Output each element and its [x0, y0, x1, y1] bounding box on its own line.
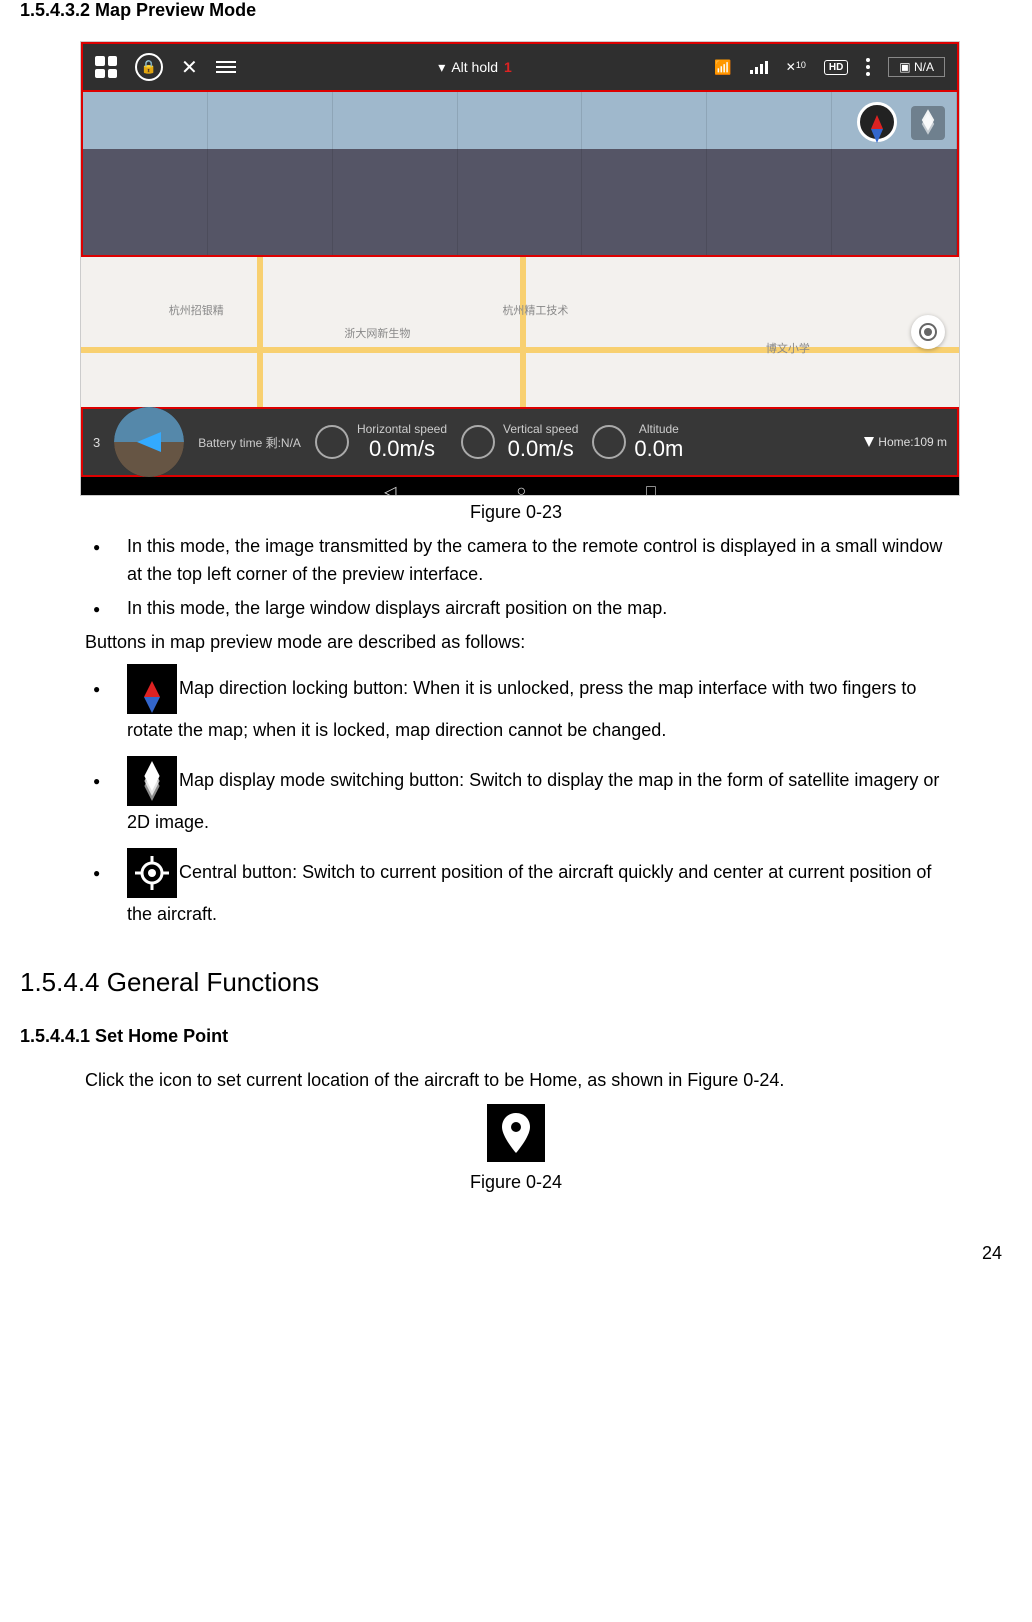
- hspeed-label: Horizontal speed: [357, 423, 447, 436]
- nav-back-icon[interactable]: ◁: [384, 482, 396, 496]
- center-aircraft-button[interactable]: [911, 315, 945, 349]
- callout-3: 3: [93, 435, 100, 450]
- hspeed-value: 0.0m/s: [357, 437, 447, 461]
- metric-circle-icon: [461, 425, 495, 459]
- map-label: 杭州招银精: [169, 302, 224, 318]
- home-text: Home:109 m: [878, 435, 947, 449]
- layers-icon: [918, 114, 938, 132]
- horizontal-speed: Horizontal speed0.0m/s: [315, 423, 447, 460]
- section-heading-home: 1.5.4.4.1 Set Home Point: [20, 1026, 1012, 1047]
- section-heading-general: 1.5.4.4 General Functions: [20, 967, 1012, 998]
- figure-24-caption: Figure 0-24: [85, 1172, 947, 1193]
- compass-lock-button[interactable]: [857, 102, 897, 142]
- metric-circle-icon: [592, 425, 626, 459]
- grid-icon[interactable]: [95, 56, 117, 78]
- map-label: 杭州精工技术: [502, 302, 568, 318]
- map-label: 博文小学: [766, 340, 810, 356]
- chevron-down-icon: ▾: [438, 59, 445, 76]
- android-navbar: ◁ ○ □: [81, 477, 959, 496]
- satellite-icon: ✕10: [786, 60, 806, 74]
- center-button-icon: [127, 848, 177, 898]
- nav-recent-icon[interactable]: □: [646, 483, 656, 496]
- alt-label: Altitude: [634, 423, 683, 436]
- map-lock-icon: [127, 664, 177, 714]
- flight-mode-label: ▾ Alt hold 1: [438, 59, 512, 76]
- icon-bullet-text: Map display mode switching button: Switc…: [127, 770, 939, 832]
- lock-icon[interactable]: 🔒: [135, 53, 163, 81]
- home-distance: Home:109 m: [864, 435, 947, 449]
- na-text: N/A: [914, 60, 934, 74]
- list-item: Central button: Switch to current positi…: [85, 848, 947, 930]
- vspeed-label: Vertical speed: [503, 423, 578, 436]
- drone-icon[interactable]: ✕: [181, 55, 198, 80]
- list-item: Map display mode switching button: Switc…: [85, 756, 947, 838]
- home-pin-icon: [864, 437, 874, 447]
- map-area[interactable]: 杭州招银精 浙大网新生物 杭州精工技术 博文小学: [81, 257, 959, 407]
- intro-bullet-list: In this mode, the image transmitted by t…: [85, 533, 947, 623]
- attitude-indicator: [114, 407, 184, 477]
- set-home-icon: [487, 1104, 545, 1162]
- signal-icon: [750, 60, 768, 74]
- vertical-speed: Vertical speed0.0m/s: [461, 423, 578, 460]
- metric-circle-icon: [315, 425, 349, 459]
- camera-preview-strip: 2: [81, 92, 959, 257]
- remote-icon: 📶: [714, 59, 731, 76]
- page-number: 24: [20, 1243, 1012, 1264]
- section-heading: 1.5.4.3.2 Map Preview Mode: [20, 0, 1012, 21]
- map-layers-icon: [127, 756, 177, 806]
- battery-time: Battery time 剩:N/A: [198, 434, 301, 451]
- list-item: In this mode, the large window displays …: [85, 595, 947, 623]
- hd-badge: HD: [824, 60, 848, 75]
- map-layers-button[interactable]: [911, 106, 945, 140]
- vspeed-value: 0.0m/s: [503, 437, 578, 461]
- figure-23-container: 🔒 ✕ ▾ Alt hold 1 📶 ✕10 HD ▣ N/A 2 杭州招银精 …: [80, 41, 952, 523]
- icon-bullet-list: Map direction locking button: When it is…: [85, 664, 947, 931]
- list-item: Map direction locking button: When it is…: [85, 664, 947, 746]
- map-label: 浙大网新生物: [344, 325, 410, 341]
- app-topbar: 🔒 ✕ ▾ Alt hold 1 📶 ✕10 HD ▣ N/A: [81, 42, 959, 92]
- body-content: In this mode, the image transmitted by t…: [85, 533, 947, 931]
- heading-arrow-icon: [137, 432, 161, 452]
- icon-bullet-text: Central button: Switch to current positi…: [127, 862, 931, 924]
- altitude: Altitude0.0m: [592, 423, 683, 460]
- telemetry-bar: 3 Battery time 剩:N/A Horizontal speed0.0…: [81, 407, 959, 477]
- nav-home-icon[interactable]: ○: [516, 483, 526, 496]
- menu-icon[interactable]: [216, 61, 236, 73]
- alt-value: 0.0m: [634, 437, 683, 461]
- callout-1: 1: [504, 59, 512, 75]
- buttons-intro-text: Buttons in map preview mode are describe…: [85, 629, 947, 656]
- center-icon: [924, 328, 932, 336]
- na-indicator: ▣ N/A: [888, 57, 945, 77]
- compass-needle-icon: [871, 115, 883, 129]
- list-item: In this mode, the image transmitted by t…: [85, 533, 947, 589]
- app-screenshot: 🔒 ✕ ▾ Alt hold 1 📶 ✕10 HD ▣ N/A 2 杭州招银精 …: [80, 41, 960, 496]
- sat-count: 10: [796, 60, 806, 70]
- more-icon[interactable]: [866, 58, 870, 76]
- home-point-text: Click the icon to set current location o…: [85, 1067, 947, 1094]
- alt-hold-text: Alt hold: [451, 59, 498, 75]
- figure-23-caption: Figure 0-23: [80, 502, 952, 523]
- figure-24-container: Figure 0-24: [85, 1104, 947, 1193]
- icon-bullet-text: Map direction locking button: When it is…: [127, 677, 916, 739]
